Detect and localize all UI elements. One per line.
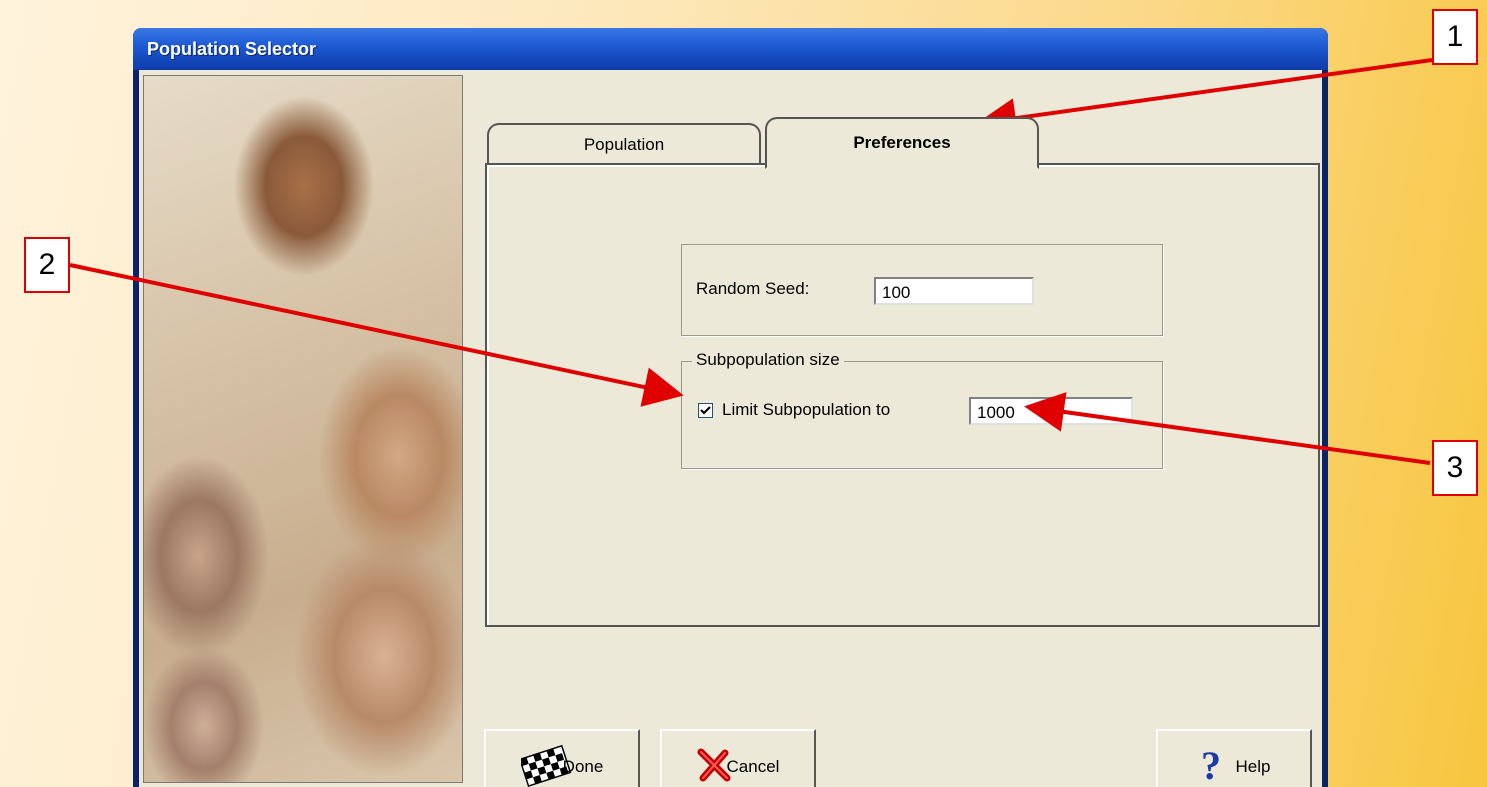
random-seed-input[interactable]: 100 (874, 277, 1034, 305)
callout-3: 3 (1432, 440, 1478, 496)
dialog-client-area: Population Preferences Random Seed: 100 … (139, 70, 1322, 787)
done-button-label: Done (562, 757, 604, 776)
red-x-icon (697, 748, 731, 787)
subpopulation-group: Subpopulation size Limit Subpopulation t… (681, 350, 1163, 469)
checkmark-icon (700, 406, 711, 415)
limit-subpopulation-label: Limit Subpopulation to (722, 400, 891, 419)
tab-preferences[interactable]: Preferences (765, 117, 1039, 169)
subpopulation-size-input[interactable]: 1000 (969, 397, 1133, 425)
preferences-panel: Random Seed: 100 Subpopulation size Limi… (485, 163, 1320, 627)
cancel-button-label: Cancel (726, 757, 780, 776)
question-mark-icon: ? (1198, 743, 1228, 787)
help-button-label: Help (1235, 757, 1271, 776)
random-seed-label: Random Seed: (696, 279, 810, 298)
svg-text:?: ? (1201, 745, 1221, 785)
cancel-button[interactable]: Cancel (660, 729, 816, 787)
random-seed-group: Random Seed: 100 (681, 244, 1163, 336)
tab-preferences-label: Preferences (853, 133, 951, 152)
help-button[interactable]: ? Help (1156, 729, 1312, 787)
people-photo (143, 75, 463, 783)
tab-population[interactable]: Population (487, 123, 761, 165)
tab-population-label: Population (583, 135, 665, 154)
callout-1-number: 1 (1446, 20, 1464, 53)
callout-1: 1 (1432, 9, 1478, 65)
limit-subpopulation-checkbox[interactable] (698, 403, 713, 418)
subpopulation-group-title: Subpopulation size (692, 350, 844, 370)
callout-2-number: 2 (38, 248, 56, 281)
callout-2: 2 (24, 237, 70, 293)
done-button[interactable]: Done (484, 729, 640, 787)
window-title: Population Selector (147, 39, 317, 59)
title-bar[interactable]: Population Selector (133, 28, 1328, 70)
callout-3-number: 3 (1446, 451, 1464, 484)
dialog-window: Population Selector Population Preferenc… (133, 28, 1328, 787)
